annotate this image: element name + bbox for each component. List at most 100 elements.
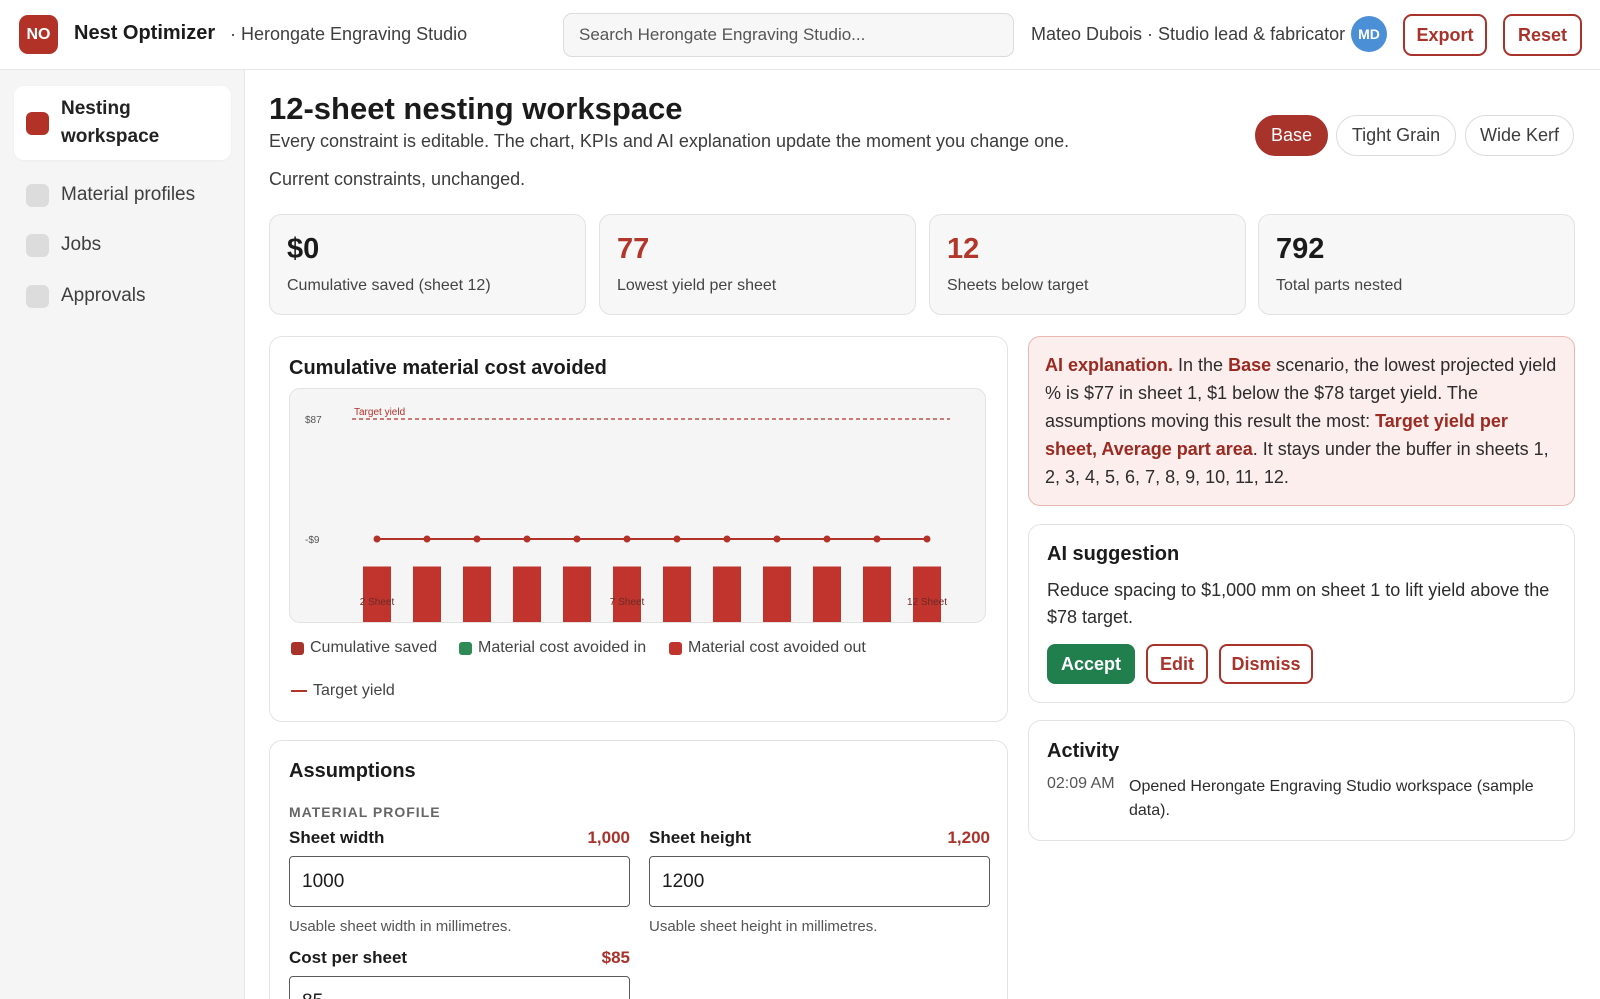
- legend-label: Material cost avoided out: [688, 639, 866, 656]
- ai-suggestion-text: Reduce spacing to $1,000 mm on sheet 1 t…: [1047, 580, 1550, 627]
- kpi-card-total-parts: 792 Total parts nested: [1258, 214, 1575, 315]
- kpi-label: Total parts nested: [1276, 277, 1403, 294]
- legend-label: Material cost avoided in: [478, 639, 647, 656]
- legend-swatch: [669, 641, 682, 655]
- bar: [663, 566, 691, 622]
- dismiss-button[interactable]: Dismiss: [1219, 644, 1313, 684]
- top-bar: NO Nest Optimizer · Herongate Engraving …: [0, 0, 1600, 70]
- ai-suggestion-title: AI suggestion: [1047, 543, 1180, 565]
- cumulative-saved-point: [473, 535, 481, 543]
- kpi-value: 792: [1276, 233, 1325, 265]
- cumulative-saved-point: [423, 535, 431, 543]
- activity-card: Activity 02:09 AM Opened Herongate Engra…: [1028, 720, 1575, 841]
- sidebar-item-nesting-workspace[interactable]: Nesting workspace: [14, 86, 231, 160]
- export-button[interactable]: Export: [1403, 14, 1487, 56]
- accept-button[interactable]: Accept: [1047, 644, 1135, 684]
- legend-swatch: [291, 641, 304, 655]
- scenario-base-button[interactable]: Base: [1255, 115, 1328, 156]
- scenario-tight-grain-button[interactable]: Tight Grain: [1336, 115, 1456, 156]
- cumulative-saved-point: [873, 535, 881, 543]
- app-name: Nest Optimizer: [74, 22, 216, 44]
- user-name: Mateo Dubois · Studio lead & fabricator: [1031, 24, 1346, 44]
- ai-explanation-panel: AI explanation. In the Base scenario, th…: [1028, 336, 1575, 506]
- kpi-value: 12: [947, 233, 980, 265]
- search-input[interactable]: [563, 13, 1014, 57]
- sheet-width-help: Usable sheet width in millimetres.: [289, 918, 512, 935]
- scenario-wide-kerf-button[interactable]: Wide Kerf: [1465, 115, 1574, 156]
- target-yield-label: Target yield: [354, 407, 405, 418]
- activity-text: Opened Herongate Engraving Studio worksp…: [1129, 778, 1534, 819]
- kpi-card-cumulative-saved: $0 Cumulative saved (sheet 12): [269, 214, 586, 315]
- assumptions-title: Assumptions: [289, 760, 416, 782]
- kpi-label: Sheets below target: [947, 277, 1089, 294]
- legend-avoided-out: Material cost avoided out: [669, 639, 866, 657]
- cost-per-sheet-value: $85: [601, 948, 630, 967]
- kpi-card-lowest-yield: 77 Lowest yield per sheet: [599, 214, 916, 315]
- chart-svg: $87 -$9 Target yield 2 Sheet 7 Sheet 12 Sheet: [305, 407, 950, 622]
- cumulative-saved-point: [623, 535, 631, 543]
- sheet-width-label: Sheet width: [289, 828, 385, 847]
- app-logo: NO: [19, 15, 58, 54]
- sidebar-item-label: Approvals: [61, 285, 146, 306]
- kpi-value: $0: [287, 233, 320, 265]
- bar: [913, 566, 941, 622]
- legend-target-yield: Target yield: [291, 682, 395, 700]
- bar: [363, 566, 391, 622]
- legend-avoided-in: Material cost avoided in: [459, 639, 646, 657]
- bar: [513, 566, 541, 622]
- sidebar-item-label: Material profiles: [61, 184, 196, 205]
- y-tick-label: $87: [305, 415, 322, 426]
- sheet-height-input[interactable]: [649, 856, 990, 907]
- kpi-label: Cumulative saved (sheet 12): [287, 277, 491, 294]
- bar: [763, 566, 791, 622]
- edit-button[interactable]: Edit: [1146, 644, 1208, 684]
- status-text: Current constraints, unchanged.: [269, 169, 526, 189]
- approvals-icon: [26, 284, 49, 308]
- kpi-label: Lowest yield per sheet: [617, 277, 777, 294]
- bar: [463, 566, 491, 622]
- chart-card: Cumulative material cost avoided $87 -$9 T…: [269, 336, 1008, 722]
- y-tick-label: -$9: [305, 535, 320, 546]
- ai-explanation-scenario: Base: [1228, 355, 1272, 375]
- cumulative-saved-point: [723, 535, 731, 543]
- sidebar-item-approvals[interactable]: Approvals: [14, 275, 231, 317]
- sidebar-item-material-profiles[interactable]: Material profiles: [14, 174, 231, 216]
- bar: [613, 566, 641, 622]
- ai-explanation-lead: AI explanation.: [1045, 355, 1174, 375]
- cumulative-saved-point: [373, 535, 381, 543]
- cumulative-saved-point: [773, 535, 781, 543]
- assumptions-card: Assumptions MATERIAL PROFILE Sheet width…: [269, 740, 1008, 999]
- x-tick-label: 7 Sheet: [610, 597, 645, 608]
- ai-explanation-driver: Average part area: [1101, 439, 1253, 459]
- cumulative-saved-point: [523, 535, 531, 543]
- bar: [413, 566, 441, 622]
- activity-title: Activity: [1047, 740, 1120, 762]
- legend-line: [291, 690, 307, 692]
- jobs-icon: [26, 233, 49, 257]
- ai-explanation-text: In the: [1173, 355, 1229, 375]
- sheet-width-value: 1,000: [587, 828, 630, 847]
- app-root: NO Nest Optimizer · Herongate Engraving …: [0, 0, 1600, 999]
- nesting-workspace-icon: [26, 111, 49, 135]
- sidebar-item-label: Jobs: [61, 234, 102, 255]
- avatar[interactable]: MD: [1351, 16, 1387, 52]
- sidebar: Nesting workspace Material profiles Jobs…: [0, 70, 245, 999]
- ai-suggestion-card: AI suggestion Reduce spacing to $1,000 m…: [1028, 524, 1575, 703]
- cumulative-saved-point: [823, 535, 831, 543]
- sidebar-item-jobs[interactable]: Jobs: [14, 224, 231, 266]
- section-label: MATERIAL PROFILE: [289, 804, 441, 820]
- reset-button[interactable]: Reset: [1503, 14, 1582, 56]
- sheet-height-value: 1,200: [947, 828, 990, 847]
- cumulative-saved-point: [573, 535, 581, 543]
- cumulative-saved-point: [673, 535, 681, 543]
- bar: [713, 566, 741, 622]
- cost-per-sheet-label: Cost per sheet: [289, 948, 408, 967]
- sheet-width-input[interactable]: [289, 856, 630, 907]
- sidebar-item-label: Nesting workspace: [61, 98, 160, 147]
- activity-time: 02:09 AM: [1047, 775, 1115, 792]
- legend-label: Cumulative saved: [310, 639, 438, 656]
- bar: [863, 566, 891, 622]
- legend-cumulative-saved: Cumulative saved: [291, 639, 437, 657]
- chart-area: $87 -$9 Target yield 2 Sheet 7 Sheet 12 Sheet: [289, 388, 986, 623]
- cost-per-sheet-input[interactable]: [289, 976, 630, 999]
